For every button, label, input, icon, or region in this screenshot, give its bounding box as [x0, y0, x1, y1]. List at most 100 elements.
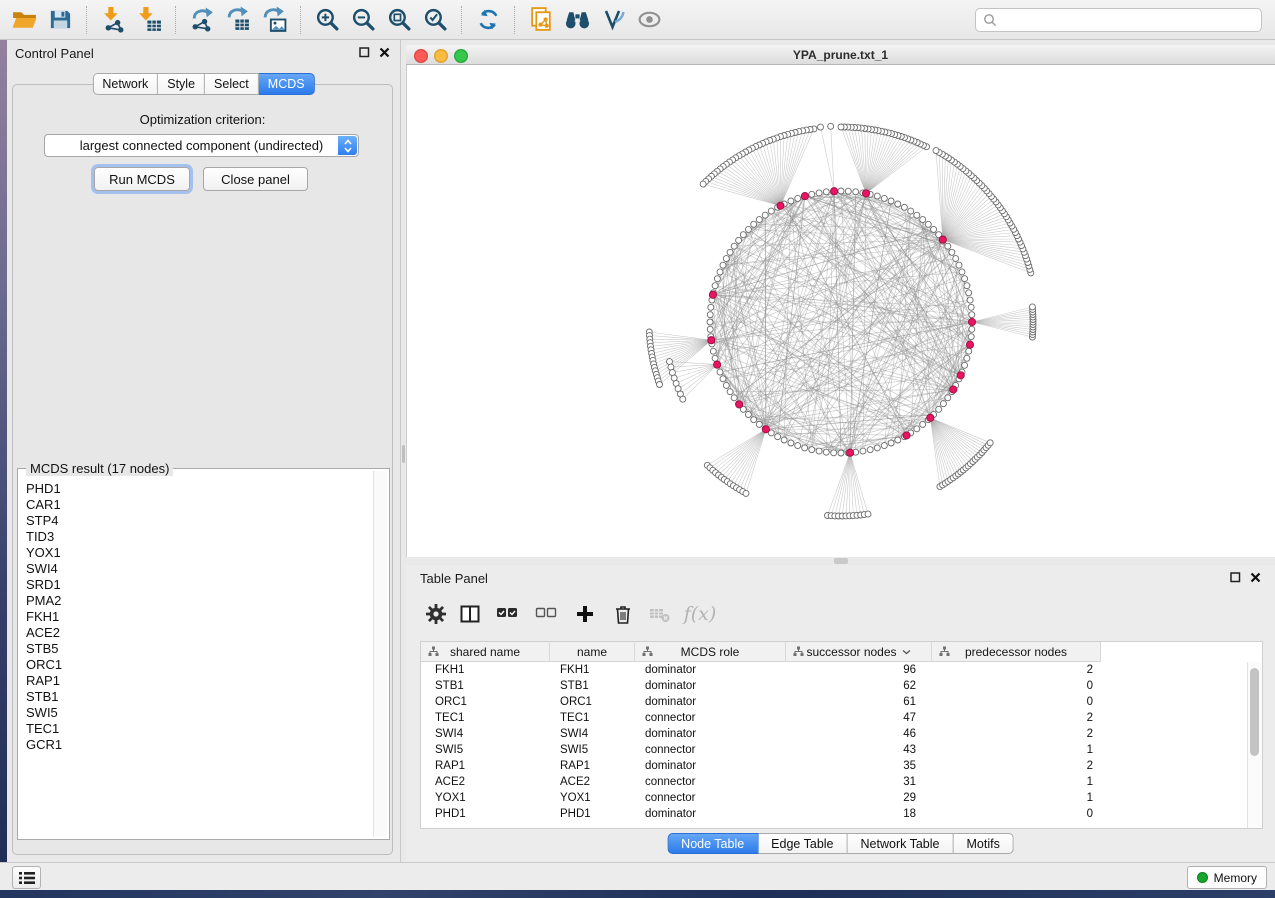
leaf-node[interactable] [838, 124, 844, 130]
save-session-button[interactable] [42, 3, 78, 37]
zoom-in-button[interactable] [309, 3, 345, 37]
mcds-result-item[interactable]: STB1 [26, 689, 372, 705]
table-row[interactable]: STB1STB1dominator620 [421, 678, 1262, 694]
ring-node[interactable] [788, 198, 794, 204]
ring-node[interactable] [795, 195, 801, 201]
ring-node[interactable] [888, 440, 894, 446]
ring-node[interactable] [751, 221, 757, 227]
toggle-visibility-button[interactable] [631, 3, 667, 37]
tab-select[interactable]: Select [205, 73, 259, 95]
mcds-node[interactable] [927, 414, 934, 421]
mcds-result-item[interactable]: YOX1 [26, 545, 372, 561]
table-tab-motifs[interactable]: Motifs [953, 833, 1013, 854]
ring-node[interactable] [959, 269, 965, 275]
ring-node[interactable] [712, 283, 718, 289]
column-header-mcds-role[interactable]: MCDS role [635, 642, 786, 662]
ring-node[interactable] [714, 276, 720, 282]
ring-node[interactable] [940, 401, 946, 407]
ring-node[interactable] [920, 217, 926, 223]
ring-node[interactable] [964, 283, 970, 289]
ring-node[interactable] [720, 376, 726, 382]
mcds-list-scrollbar[interactable] [373, 471, 387, 837]
ring-node[interactable] [969, 312, 975, 318]
column-header-predecessor-nodes[interactable]: predecessor nodes [932, 642, 1101, 662]
ring-node[interactable] [838, 450, 844, 456]
ring-node[interactable] [867, 447, 873, 453]
ring-node[interactable] [717, 269, 723, 275]
ring-node[interactable] [745, 226, 751, 232]
table-tab-network-table[interactable]: Network Table [848, 833, 954, 854]
ring-node[interactable] [727, 249, 733, 255]
ring-node[interactable] [788, 440, 794, 446]
ring-node[interactable] [723, 256, 729, 262]
close-panel-icon[interactable] [1250, 572, 1261, 583]
mcds-result-item[interactable]: SRD1 [26, 577, 372, 593]
ring-node[interactable] [831, 450, 837, 456]
mcds-node[interactable] [736, 401, 743, 408]
ring-node[interactable] [860, 448, 866, 454]
leaf-node[interactable] [818, 124, 824, 130]
ring-node[interactable] [707, 326, 713, 332]
ring-node[interactable] [874, 445, 880, 451]
ring-node[interactable] [740, 232, 746, 238]
ring-node[interactable] [945, 243, 951, 249]
leaf-node[interactable] [828, 123, 834, 129]
ring-node[interactable] [816, 190, 822, 196]
apply-style-button[interactable] [595, 3, 631, 37]
scrollbar-thumb[interactable] [1250, 668, 1259, 756]
ring-node[interactable] [745, 412, 751, 418]
export-image-button[interactable] [256, 3, 292, 37]
ring-node[interactable] [953, 256, 959, 262]
leaf-node[interactable] [667, 359, 673, 365]
mcds-result-item[interactable]: SWI4 [26, 561, 372, 577]
ring-node[interactable] [823, 189, 829, 195]
table-row[interactable]: ACE2ACE2connector311 [421, 774, 1262, 790]
table-row[interactable]: ORC1ORC1dominator610 [421, 694, 1262, 710]
mcds-result-item[interactable]: GCR1 [26, 737, 372, 753]
table-row[interactable]: TEC1TEC1connector472 [421, 710, 1262, 726]
mcds-result-list[interactable]: PHD1CAR1STP4TID3YOX1SWI4SRD1PMA2FKH1ACE2… [20, 471, 372, 837]
leaf-node[interactable] [743, 490, 749, 496]
mcds-result-item[interactable]: STP4 [26, 513, 372, 529]
zoom-out-button[interactable] [345, 3, 381, 37]
ring-node[interactable] [945, 395, 951, 401]
ring-node[interactable] [731, 395, 737, 401]
mcds-result-item[interactable]: CAR1 [26, 497, 372, 513]
mcds-node[interactable] [950, 386, 957, 393]
mcds-result-item[interactable]: STB5 [26, 641, 372, 657]
delete-table-button-disabled[interactable] [642, 599, 678, 629]
open-file-button[interactable] [6, 3, 42, 37]
table-tab-node-table[interactable]: Node Table [667, 833, 758, 854]
mcds-node[interactable] [903, 432, 910, 439]
network-graph[interactable] [407, 65, 1275, 557]
tab-style[interactable]: Style [158, 73, 205, 95]
ring-node[interactable] [901, 204, 907, 210]
table-scrollbar[interactable] [1247, 662, 1262, 828]
ring-node[interactable] [802, 445, 808, 451]
ring-node[interactable] [962, 276, 968, 282]
mcds-node[interactable] [939, 236, 946, 243]
show-columns-button[interactable] [452, 599, 488, 629]
ring-node[interactable] [845, 188, 851, 194]
node-table[interactable]: shared namenameMCDS rolesuccessor nodesp… [420, 641, 1263, 829]
ring-node[interactable] [707, 319, 713, 325]
ring-node[interactable] [781, 437, 787, 443]
table-row[interactable]: FKH1FKH1dominator962 [421, 662, 1262, 678]
column-header-name[interactable]: name [550, 642, 635, 662]
ring-node[interactable] [809, 447, 815, 453]
ring-node[interactable] [881, 195, 887, 201]
close-panel-icon[interactable] [379, 47, 390, 58]
mcds-node[interactable] [714, 361, 721, 368]
table-row[interactable]: SWI4SWI4dominator462 [421, 726, 1262, 742]
ring-node[interactable] [712, 355, 718, 361]
horizontal-splitter[interactable] [406, 557, 1275, 565]
mcds-node[interactable] [708, 337, 715, 344]
mcds-result-item[interactable]: ACE2 [26, 625, 372, 641]
table-row[interactable]: PHD1PHD1dominator180 [421, 806, 1262, 822]
leaf-node[interactable] [700, 181, 706, 187]
mcds-node[interactable] [831, 188, 838, 195]
ring-node[interactable] [717, 369, 723, 375]
mcds-result-item[interactable]: SWI5 [26, 705, 372, 721]
network-window-titlebar[interactable]: YPA_prune.txt_1 [406, 45, 1275, 65]
tab-network[interactable]: Network [92, 73, 158, 95]
